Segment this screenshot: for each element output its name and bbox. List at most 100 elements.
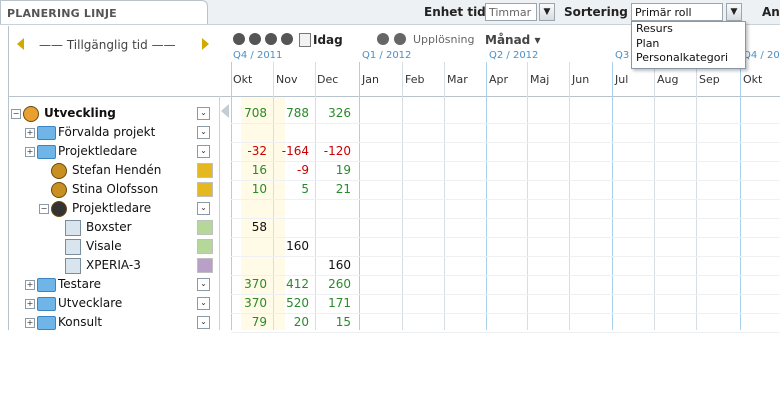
tree-row[interactable]: XPERIA-3 160 bbox=[9, 256, 780, 275]
unit-dropdown-button[interactable]: ▼ bbox=[539, 3, 555, 21]
sort-select[interactable]: Primär roll bbox=[631, 3, 723, 21]
value-cell[interactable]: 21 bbox=[311, 182, 351, 196]
value-cell[interactable]: 16 bbox=[227, 163, 267, 177]
last-icon[interactable] bbox=[281, 33, 293, 45]
forward-icon[interactable] bbox=[265, 33, 277, 45]
value-cell[interactable]: 370 bbox=[227, 296, 267, 310]
extra-label: An bbox=[762, 5, 780, 19]
value-cell[interactable]: -164 bbox=[269, 144, 309, 158]
expand-toggle-icon[interactable]: + bbox=[25, 280, 35, 290]
month-label: Sep bbox=[699, 73, 720, 86]
value-cell[interactable]: 160 bbox=[269, 239, 309, 253]
row-expand-button[interactable]: ⌄ bbox=[197, 202, 210, 215]
sort-dropdown-list: Resurs Plan Personalkategori bbox=[631, 21, 746, 69]
value-cell[interactable]: 370 bbox=[227, 277, 267, 291]
tree-row-label: Utveckling bbox=[44, 106, 116, 120]
tree-row-label: Utvecklare bbox=[58, 296, 123, 310]
value-cell[interactable]: 15 bbox=[311, 315, 351, 329]
month-label: Jul bbox=[615, 73, 629, 86]
group-icon bbox=[23, 106, 39, 122]
sort-option-resurs[interactable]: Resurs bbox=[632, 22, 745, 37]
resolution-select[interactable]: Månad ▾ bbox=[485, 33, 540, 47]
tree-row[interactable]: + Projektledare ⌄ -32 -164 -120 bbox=[9, 142, 780, 161]
zoom-in-icon[interactable] bbox=[377, 33, 389, 45]
value-cell[interactable]: 79 bbox=[227, 315, 267, 329]
row-expand-button[interactable]: ⌄ bbox=[197, 107, 210, 120]
month-label: Okt bbox=[743, 73, 763, 86]
value-cell[interactable]: -9 bbox=[269, 163, 309, 177]
value-cell[interactable]: 58 bbox=[227, 220, 267, 234]
row-expand-button[interactable]: ⌄ bbox=[197, 278, 210, 291]
expand-toggle-icon[interactable]: − bbox=[11, 109, 21, 119]
value-cell[interactable]: 5 bbox=[269, 182, 309, 196]
value-cell[interactable]: 260 bbox=[311, 277, 351, 291]
folder-icon bbox=[37, 316, 56, 330]
tree-row[interactable]: + Förvalda projekt ⌄ bbox=[9, 123, 780, 142]
value-cell[interactable]: 412 bbox=[269, 277, 309, 291]
tree-row[interactable]: Boxster 58 bbox=[9, 218, 780, 237]
expand-toggle-icon[interactable]: + bbox=[25, 128, 35, 138]
value-cell[interactable]: -120 bbox=[311, 144, 351, 158]
tree-row[interactable]: + Konsult ⌄ 79 20 15 bbox=[9, 313, 780, 332]
color-swatch bbox=[197, 182, 213, 197]
tree-row-label: Visale bbox=[86, 239, 122, 253]
expand-toggle-icon[interactable]: + bbox=[25, 318, 35, 328]
value-cell[interactable]: 788 bbox=[269, 106, 309, 120]
month-label: Feb bbox=[405, 73, 425, 86]
tree-row[interactable]: Stefan Hendén 16 -9 19 bbox=[9, 161, 780, 180]
tree-row[interactable]: Visale 160 bbox=[9, 237, 780, 256]
folder-icon bbox=[37, 278, 56, 292]
value-cell[interactable]: 20 bbox=[269, 315, 309, 329]
tree-row[interactable]: − Projektledare ⌄ bbox=[9, 199, 780, 218]
sort-dropdown-button[interactable]: ▼ bbox=[726, 3, 742, 21]
month-label: Aug bbox=[657, 73, 679, 86]
color-swatch bbox=[197, 239, 213, 254]
value-cell[interactable]: 708 bbox=[227, 106, 267, 120]
page-title: PLANERING LINJE bbox=[0, 0, 208, 24]
row-expand-button[interactable]: ⌄ bbox=[197, 297, 210, 310]
person-icon bbox=[51, 182, 67, 198]
expand-toggle-icon[interactable]: + bbox=[25, 299, 35, 309]
row-expand-button[interactable]: ⌄ bbox=[197, 126, 210, 139]
tree-row-label: Projektledare bbox=[72, 201, 152, 215]
quarter-label: Q4 / 2011 bbox=[233, 50, 283, 61]
expand-toggle-icon[interactable]: − bbox=[39, 204, 49, 214]
color-swatch bbox=[197, 258, 213, 273]
tree-row[interactable]: − Utveckling ⌄ 708 788 326 bbox=[9, 104, 780, 123]
month-label: Mar bbox=[447, 73, 468, 86]
calendar-icon[interactable] bbox=[299, 33, 311, 47]
value-cell[interactable]: 520 bbox=[269, 296, 309, 310]
first-icon[interactable] bbox=[233, 33, 245, 45]
color-swatch bbox=[197, 220, 213, 235]
tree-row[interactable]: Stina Olofsson 10 5 21 bbox=[9, 180, 780, 199]
today-button[interactable]: Idag bbox=[313, 33, 343, 47]
sort-option-personalkategori[interactable]: Personalkategori bbox=[632, 51, 745, 66]
tree-row[interactable]: + Utvecklare ⌄ 370 520 171 bbox=[9, 294, 780, 313]
tree-row-label: Stefan Hendén bbox=[72, 163, 162, 177]
tree-row-label: Konsult bbox=[58, 315, 103, 329]
row-expand-button[interactable]: ⌄ bbox=[197, 316, 210, 329]
value-cell[interactable]: 171 bbox=[311, 296, 351, 310]
person-icon bbox=[51, 163, 67, 179]
expand-toggle-icon[interactable]: + bbox=[25, 147, 35, 157]
unit-select[interactable]: Timmar bbox=[485, 3, 537, 21]
zoom-out-icon[interactable] bbox=[394, 33, 406, 45]
resolution-label: Upplösning bbox=[413, 33, 475, 46]
folder-icon bbox=[37, 145, 56, 159]
sort-option-plan[interactable]: Plan bbox=[632, 37, 745, 52]
value-cell[interactable]: 160 bbox=[311, 258, 351, 272]
tree-row[interactable]: + Testare ⌄ 370 412 260 bbox=[9, 275, 780, 294]
month-label: Jan bbox=[362, 73, 379, 86]
project-icon bbox=[65, 239, 81, 255]
value-cell[interactable]: -32 bbox=[227, 144, 267, 158]
prev-arrow-icon[interactable] bbox=[17, 38, 24, 50]
month-label: Maj bbox=[530, 73, 550, 86]
value-cell[interactable]: 19 bbox=[311, 163, 351, 177]
row-expand-button[interactable]: ⌄ bbox=[197, 145, 210, 158]
value-cell[interactable]: 10 bbox=[227, 182, 267, 196]
next-arrow-icon[interactable] bbox=[202, 38, 209, 50]
back-icon[interactable] bbox=[249, 33, 261, 45]
tree-row-label: Stina Olofsson bbox=[72, 182, 159, 196]
value-cell[interactable]: 326 bbox=[311, 106, 351, 120]
tree-row-label: Förvalda projekt bbox=[58, 125, 156, 139]
